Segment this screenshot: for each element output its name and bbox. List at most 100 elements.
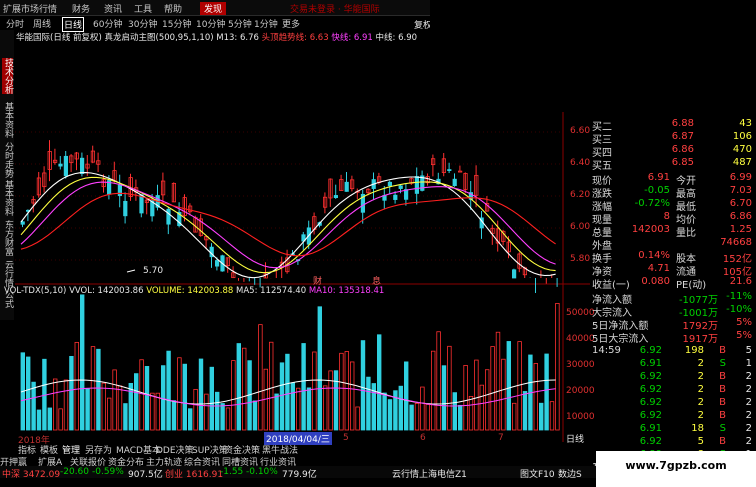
stat-value: 6.86 [729, 211, 752, 222]
index-sh[interactable]: 中深 3472.09 [2, 467, 60, 480]
volume-bar [96, 348, 101, 431]
index-cy[interactable]: 创业 1616.91 [165, 467, 223, 480]
stat-value: 21.6 [729, 276, 752, 287]
volume-bar [236, 343, 241, 431]
tick-volume: 2 [697, 358, 704, 369]
stat-value: -0.72% [634, 198, 670, 209]
month-label: 7 [498, 433, 504, 443]
tick-count: 2 [745, 423, 752, 434]
server-info[interactable]: 云行情上海电信Z1 [392, 467, 467, 480]
menu-help[interactable]: 帮助 [164, 2, 182, 15]
volume-bar [436, 331, 441, 431]
volume-bar [312, 351, 317, 431]
menu-tools[interactable]: 工具 [134, 2, 152, 15]
volume-bar [533, 363, 538, 431]
period-day[interactable]: 日线 [62, 17, 85, 32]
candle-body [398, 185, 403, 189]
volume-bar [69, 355, 74, 431]
side-tab-basic[interactable]: 基本资料 [2, 102, 13, 138]
indicator-tabs: 指标 模板 管理 另存为 MACD基本 DDE决策 SUP决策 资金决策 黑牛战… [18, 443, 598, 456]
tick-count: 1 [745, 358, 752, 369]
price-tick: 6.60 [570, 126, 591, 136]
tick-volume: 2 [697, 371, 704, 382]
menu-extended-market[interactable]: 扩展市场行情 [3, 2, 57, 15]
volume-bar [134, 373, 139, 431]
flow-pct: 5% [736, 317, 752, 328]
stat-row: 现量 8 均价 6.86 [592, 211, 754, 226]
volume-bar [177, 357, 182, 431]
f10-button[interactable]: 图文F10 [520, 467, 555, 480]
index-cy-pct: -0.10% [246, 467, 278, 477]
menu-finance[interactable]: 财务 [72, 2, 90, 15]
volume-bar [511, 402, 517, 431]
volume-bar [501, 358, 506, 431]
ma5-value: MA5: 112574.40 [236, 286, 307, 296]
info-tabs: 开押赢 扩展A 关联报价 资金分布 主力轨迹 综合资讯 同槽资讯 行业资讯 [0, 455, 596, 468]
volume-bars [20, 294, 560, 431]
tick-row: 6.92 2 B 2 [592, 371, 754, 384]
candle-body [80, 157, 85, 174]
price-tick: 6.00 [570, 222, 591, 232]
tick-row: 6.92 2 B 2 [592, 410, 754, 423]
volume-bar [47, 407, 52, 431]
price-tick: 6.20 [570, 190, 591, 200]
ma-lines [20, 172, 556, 279]
period-30min[interactable]: 30分钟 [128, 17, 157, 30]
period-week[interactable]: 周线 [33, 17, 51, 30]
ask-row: 买五 6.85 487 [592, 157, 754, 172]
candle-body [414, 176, 420, 194]
ma10-value: MA10: 135318.41 [308, 286, 385, 296]
quote-panel: 买二 6.88 43 买三 6.87 106 买四 6.86 470 买五 6.85 487 现价 6.9… [592, 118, 756, 473]
flow-row: 5日净流入额 1792万 5% [592, 317, 754, 332]
volume-bar [495, 331, 501, 431]
side-tab-technical[interactable]: 技术分析 [2, 58, 13, 94]
volume-bar [80, 294, 85, 431]
stat-value: 0.080 [641, 276, 670, 287]
period-60min[interactable]: 60分钟 [93, 17, 122, 30]
tick-volume: 2 [697, 397, 704, 408]
volume-bar [274, 393, 279, 431]
index-sh-change: -20.60 [60, 467, 90, 477]
period-10min[interactable]: 10分钟 [196, 17, 225, 30]
candle-body [214, 260, 220, 267]
ask-price: 6.88 [671, 118, 694, 129]
stat-row: 净资 4.71 流通 105亿 [592, 263, 754, 278]
volume-bar [53, 378, 58, 431]
volume-bar [36, 409, 42, 431]
side-tab-intraday[interactable]: 分时走势 [2, 142, 13, 178]
volume-bar [258, 324, 263, 431]
tick-row: 6.91 18 S 2 [592, 423, 754, 436]
vol-indicator-name[interactable]: VOL-TDX(5,10) [4, 286, 66, 296]
low-marker [126, 269, 136, 273]
volume-bar [160, 365, 166, 431]
period-5min[interactable]: 5分钟 [228, 17, 252, 30]
period-more[interactable]: 更多 [282, 17, 300, 30]
volume-bar [344, 351, 349, 431]
volume-bar [447, 345, 452, 431]
period-intraday[interactable]: 分时 [6, 17, 24, 30]
volume-bar [317, 306, 322, 431]
volume-bar [425, 404, 430, 431]
volume-bar [441, 365, 447, 431]
tick-side: S [719, 423, 726, 434]
tick-volume: 2 [697, 384, 704, 395]
volume-bar [285, 353, 290, 431]
side-tab-profile[interactable]: 基本资料 [2, 180, 13, 216]
menu-discover[interactable]: 发现 [200, 2, 227, 15]
tick-count: 5 [745, 345, 752, 356]
side-tab-eastmoney[interactable]: 东方财富 [2, 220, 13, 256]
stat-value: 74668 [720, 237, 752, 248]
period-15min[interactable]: 15分钟 [162, 17, 191, 30]
tick-price: 6.92 [639, 436, 662, 447]
data-button[interactable]: 数边S [558, 467, 582, 480]
volume-bar [522, 391, 528, 431]
candle-body [511, 269, 517, 279]
side-tab-cloud[interactable]: 云行情 [2, 260, 13, 287]
volume-bar [166, 350, 171, 431]
volume-bar [74, 341, 79, 431]
period-1min[interactable]: 1分钟 [254, 17, 278, 30]
tick-count: 2 [745, 371, 752, 382]
tick-price: 6.92 [639, 384, 662, 395]
login-status[interactable]: 交易未登录 · 华能国际 [290, 2, 380, 15]
menu-news[interactable]: 资讯 [104, 2, 122, 15]
